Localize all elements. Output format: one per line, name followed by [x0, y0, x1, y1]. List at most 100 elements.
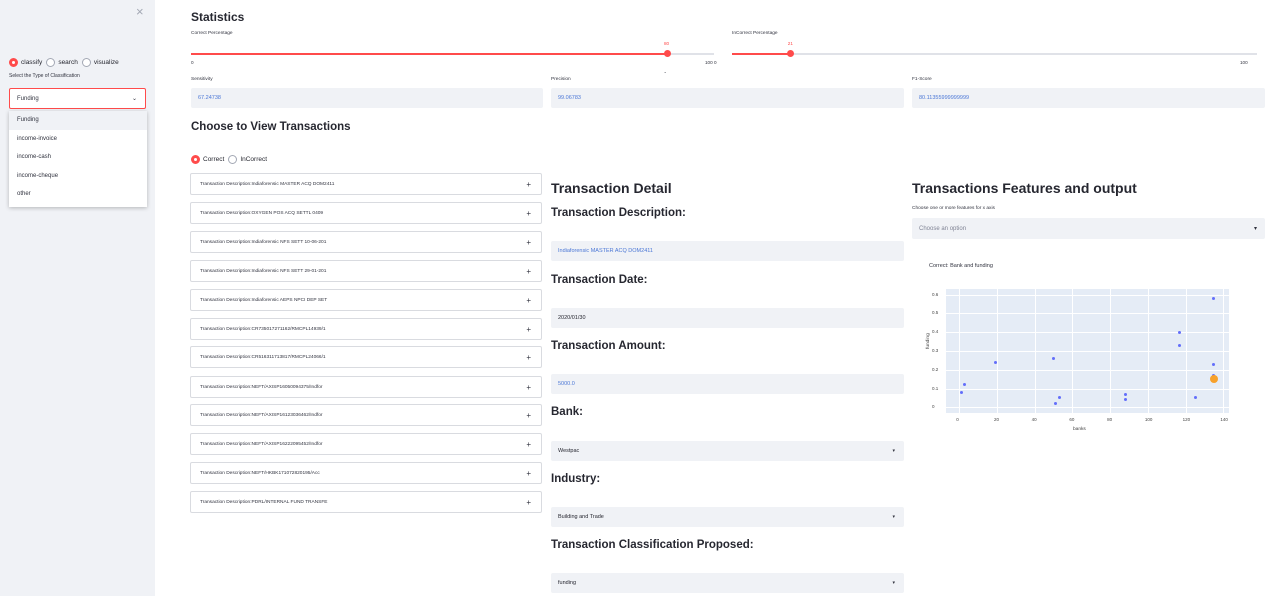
scatter-point[interactable] [1052, 357, 1056, 360]
dropdown-option-income-cash[interactable]: income-cash [9, 148, 147, 167]
radio-icon[interactable] [81, 58, 91, 67]
sidebar: × classify search visualize Select the T… [0, 0, 155, 596]
transaction-expander-label: Transaction Description:NEFT/AXISP161230… [200, 412, 323, 418]
y-tick-label: 0.2 [932, 366, 939, 372]
features-multiselect-placeholder: Choose an option [919, 225, 967, 232]
option-incorrect[interactable]: InCorrect [228, 155, 267, 164]
plus-icon[interactable]: + [526, 440, 531, 449]
plus-icon[interactable]: + [526, 325, 531, 334]
option-incorrect-label: InCorrect [240, 156, 268, 163]
transaction-expander-label: Transaction Description:NEFT/AXISP162220… [200, 441, 323, 447]
transaction-expander-label: Transaction Description:Indiaforensic MA… [200, 181, 335, 187]
plus-icon[interactable]: + [526, 469, 531, 478]
y-tick-label: 0.5 [932, 310, 939, 316]
features-heading: Transactions Features and output [912, 180, 1137, 196]
x-tick-label: 60 [1069, 417, 1075, 422]
transaction-expander[interactable]: Transaction Description:CR735017271162/R… [190, 318, 542, 340]
dropdown-option-funding[interactable]: Funding [9, 111, 147, 130]
x-tick-label: 80 [1107, 417, 1113, 422]
scatter-point[interactable] [1178, 343, 1182, 347]
scatter-plot-area[interactable] [946, 289, 1229, 413]
close-icon[interactable]: × [136, 4, 144, 19]
dropdown-option-income-invoice[interactable]: income-invoice [9, 130, 147, 149]
radio-icon[interactable] [228, 155, 238, 164]
transaction-expander-label: Transaction Description:NEFT/AXISP160500… [200, 384, 323, 390]
transaction-expander[interactable]: Transaction Description:OXYGEN POS ACQ S… [190, 202, 542, 224]
correct-slider-min: 0 [191, 60, 194, 65]
dropdown-option-income-cheque[interactable]: income-cheque [9, 167, 147, 186]
transaction-expander[interactable]: Transaction Description:Indiaforensic NF… [190, 231, 542, 253]
scatter-point[interactable] [1123, 398, 1127, 402]
x-gridline [1034, 289, 1036, 413]
industry-select[interactable]: Building and Trade ▾ [551, 507, 904, 527]
transaction-expander-label: Transaction Description:CR735017271162/R… [200, 326, 326, 332]
description-value[interactable]: Indiaforensic MASTER ACQ DOM2411 [551, 241, 904, 261]
scatter-point[interactable] [1193, 396, 1197, 400]
transaction-expander-label: Transaction Description:PDRL/INTERNAL FU… [200, 499, 328, 505]
dot-mark: . [664, 66, 667, 75]
transaction-expander[interactable]: Transaction Description:NEFT/AXISP162220… [190, 433, 542, 455]
precision-value[interactable]: 99.06783 [551, 88, 904, 108]
chevron-down-icon: ▾ [892, 514, 895, 520]
mode-option-search[interactable]: search [46, 58, 78, 67]
radio-selected-icon[interactable] [191, 155, 200, 164]
scatter-point[interactable] [1053, 402, 1057, 406]
industry-select-value: Building and Trade [558, 514, 604, 520]
correct-slider-thumb[interactable] [663, 50, 671, 57]
date-value[interactable]: 2020/01/30 [551, 308, 904, 328]
mode-option-visualize[interactable]: visualize [81, 58, 119, 67]
chart-title: Correct: Bank and funding [929, 263, 993, 269]
plus-icon[interactable]: + [526, 411, 531, 420]
x-gridline [1072, 289, 1074, 413]
radio-icon[interactable] [46, 58, 56, 67]
plus-icon[interactable]: + [526, 383, 531, 392]
f1-score-value[interactable]: 80.11355999999999 [912, 88, 1265, 108]
plus-icon[interactable]: + [526, 498, 531, 507]
date-heading: Transaction Date: [551, 274, 648, 286]
plus-icon[interactable]: + [526, 180, 531, 189]
scatter-point[interactable] [1212, 296, 1216, 300]
scatter-point[interactable] [1212, 362, 1216, 366]
transaction-expander-label: Transaction Description:NEFT/HKBK1710728… [200, 470, 320, 476]
option-correct[interactable]: Correct [191, 155, 224, 164]
plus-icon[interactable]: + [526, 238, 531, 247]
scatter-point[interactable] [1178, 330, 1182, 334]
transaction-expander[interactable]: Transaction Description:Indiaforensic NF… [190, 260, 542, 282]
scatter-point[interactable] [959, 390, 963, 394]
choose-transactions-heading: Choose to View Transactions [191, 121, 351, 133]
plus-icon[interactable]: + [526, 353, 531, 362]
transaction-expander[interactable]: Transaction Description:Indiaforensic AE… [190, 289, 542, 311]
mode-label-search: search [58, 59, 78, 66]
scatter-point[interactable] [1057, 396, 1061, 400]
features-multiselect[interactable]: Choose an option ▾ [912, 218, 1265, 239]
mode-option-classify[interactable]: classify [9, 58, 42, 67]
scatter-point[interactable] [1123, 392, 1127, 396]
scatter-point[interactable] [993, 360, 997, 364]
transaction-expander[interactable]: Transaction Description:PDRL/INTERNAL FU… [190, 491, 542, 513]
chevron-down-icon: ⌄ [131, 96, 137, 102]
sensitivity-value[interactable]: 67.24738 [191, 88, 543, 108]
dropdown-option-other[interactable]: other [9, 185, 147, 204]
classification-select[interactable]: Funding ⌄ [9, 88, 146, 109]
scatter-point[interactable] [963, 383, 967, 387]
incorrect-slider-track[interactable] [732, 53, 1257, 55]
plus-icon[interactable]: + [526, 209, 531, 218]
transaction-expander[interactable]: Transaction Description:NEFT/AXISP161230… [190, 404, 542, 426]
transaction-expander[interactable]: Transaction Description:CR516311713817/R… [190, 346, 542, 368]
classification-proposed-select[interactable]: funding ▾ [551, 573, 904, 593]
statistics-heading: Statistics [191, 10, 245, 24]
plus-icon[interactable]: + [526, 267, 531, 276]
transaction-expander[interactable]: Transaction Description:NEFT/AXISP160500… [190, 376, 542, 398]
transaction-expander-label: Transaction Description:CR516311713817/R… [200, 354, 326, 360]
correct-percentage-label: Correct Percentage [191, 31, 233, 36]
plus-icon[interactable]: + [526, 296, 531, 305]
radio-selected-icon[interactable] [9, 58, 18, 67]
transaction-expander[interactable]: Transaction Description:Indiaforensic MA… [190, 173, 542, 195]
bank-select[interactable]: Westpac ▾ [551, 441, 904, 461]
transaction-expander[interactable]: Transaction Description:NEFT/HKBK1710728… [190, 462, 542, 484]
option-correct-label: Correct [203, 156, 225, 163]
x-tick-label: 100 [1144, 417, 1153, 422]
incorrect-slider-thumb[interactable] [787, 50, 795, 57]
highlighted-point[interactable] [1209, 375, 1218, 384]
amount-value[interactable]: 5000.0 [551, 374, 904, 394]
